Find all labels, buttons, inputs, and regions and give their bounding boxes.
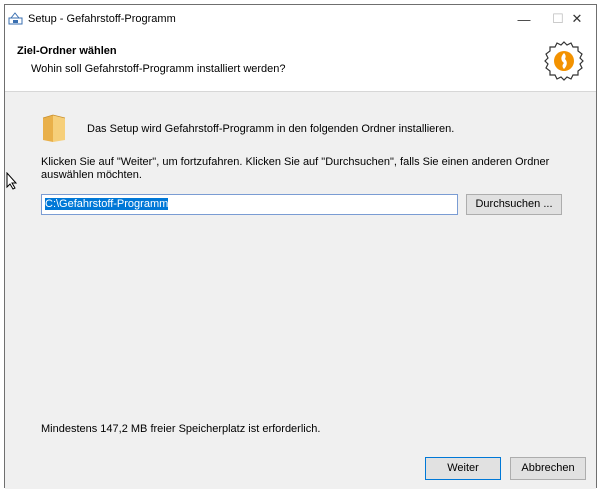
instruction-text: Klicken Sie auf "Weiter", um fortzufahre…	[41, 156, 550, 181]
space-required-text: Mindestens 147,2 MB freier Speicherplatz…	[41, 423, 321, 435]
destination-path-input[interactable]: C:\Gefahrstoff-Programm	[41, 194, 458, 215]
next-button[interactable]: Weiter	[425, 457, 501, 480]
page-subtitle: Wohin soll Gefahrstoff-Programm installi…	[31, 63, 286, 75]
path-value: C:\Gefahrstoff-Programm	[45, 198, 169, 210]
content-panel: Das Setup wird Gefahrstoff-Programm in d…	[5, 92, 596, 437]
folder-icon	[42, 114, 66, 142]
title-bar[interactable]: Setup - Gefahrstoff-Programm — ☐ ✕	[5, 5, 596, 33]
destination-description: Das Setup wird Gefahrstoff-Programm in d…	[87, 123, 455, 135]
wizard-footer: Weiter Abbrechen	[5, 437, 596, 489]
close-button[interactable]: ✕	[555, 5, 599, 33]
browse-button[interactable]: Durchsuchen ...	[466, 194, 562, 215]
program-logo-icon	[544, 41, 584, 81]
window-title: Setup - Gefahrstoff-Programm	[28, 13, 176, 25]
wizard-header: Ziel-Ordner wählen Wohin soll Gefahrstof…	[5, 33, 596, 91]
mouse-cursor-icon	[6, 172, 18, 190]
setup-app-icon	[8, 12, 23, 25]
setup-window: Setup - Gefahrstoff-Programm — ☐ ✕ Ziel-…	[4, 4, 597, 489]
page-title: Ziel-Ordner wählen	[17, 45, 117, 57]
cancel-button[interactable]: Abbrechen	[510, 457, 586, 480]
